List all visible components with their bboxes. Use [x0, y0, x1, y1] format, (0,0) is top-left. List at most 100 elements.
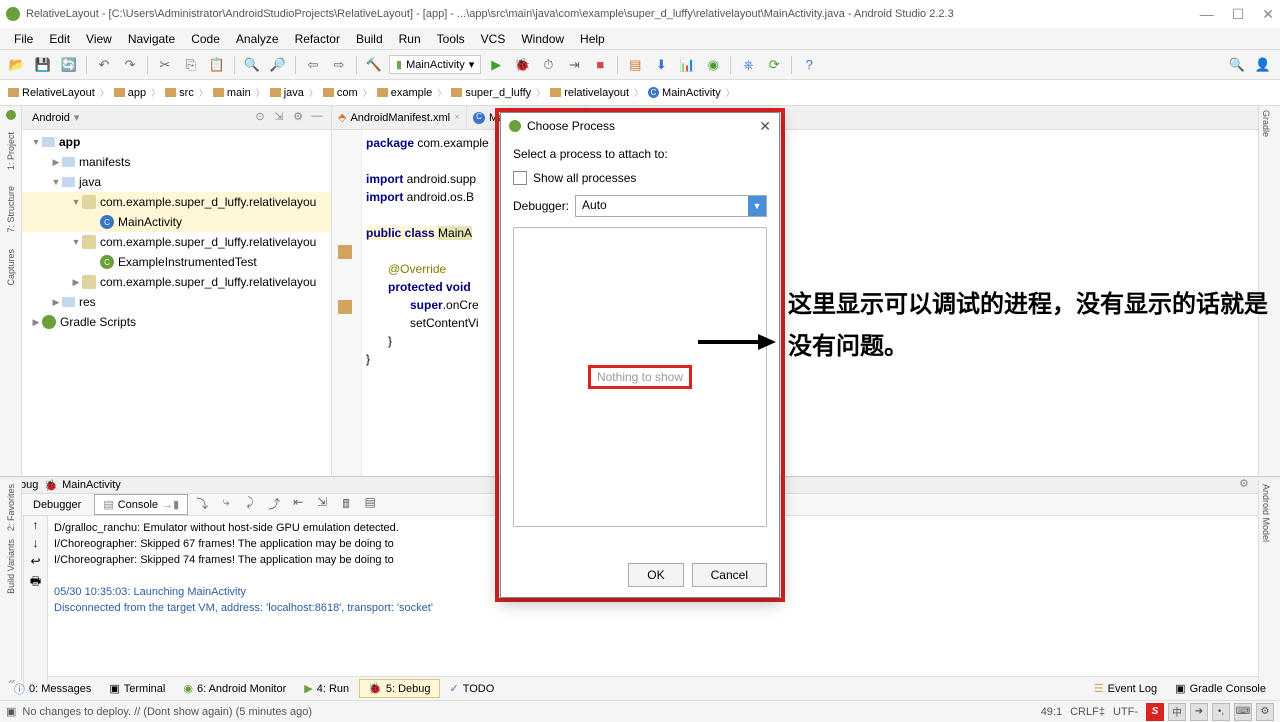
crumb-class[interactable]: CMainActivity: [644, 85, 725, 101]
cursor-icon[interactable]: ⇲: [312, 495, 332, 515]
menu-analyze[interactable]: Analyze: [228, 30, 287, 48]
wrap-icon[interactable]: ↩: [30, 554, 40, 568]
maximize-button[interactable]: ☐: [1232, 6, 1245, 23]
tree-manifests[interactable]: ▶manifests: [22, 152, 331, 172]
tab-todo[interactable]: ✓TODO: [442, 680, 503, 697]
debug-icon[interactable]: 🐞: [511, 54, 533, 76]
menu-navigate[interactable]: Navigate: [120, 30, 183, 48]
attach-icon[interactable]: ⇥: [563, 54, 585, 76]
menu-refactor[interactable]: Refactor: [287, 30, 348, 48]
tab-structure[interactable]: 7: Structure: [4, 182, 18, 237]
ime-settings-icon[interactable]: ⚙: [1256, 703, 1274, 721]
project-view-label[interactable]: Android: [32, 112, 70, 124]
menu-file[interactable]: File: [6, 30, 41, 48]
tab-terminal[interactable]: ▣Terminal: [101, 680, 173, 697]
menu-edit[interactable]: Edit: [41, 30, 78, 48]
tab-debugger[interactable]: Debugger: [24, 495, 90, 515]
ime-softkb-icon[interactable]: ⌨: [1234, 703, 1252, 721]
ime-lang-icon[interactable]: 中: [1168, 703, 1186, 721]
replace-icon[interactable]: 🔎: [267, 54, 289, 76]
tab-eventlog[interactable]: ☰Event Log: [1086, 680, 1165, 697]
tree-res[interactable]: ▶res: [22, 292, 331, 312]
collapse-icon[interactable]: ⊙: [252, 110, 268, 126]
close-icon[interactable]: ✕: [759, 118, 771, 135]
ime-punct-icon[interactable]: •,: [1212, 703, 1230, 721]
tab-gradle[interactable]: Gradle: [1259, 106, 1273, 141]
tree-test[interactable]: CExampleInstrumentedTest: [22, 252, 331, 272]
back-icon[interactable]: ⇦: [302, 54, 324, 76]
menu-build[interactable]: Build: [348, 30, 391, 48]
tree-java[interactable]: ▼java: [22, 172, 331, 192]
tree-gradle[interactable]: ▶Gradle Scripts: [22, 312, 331, 332]
override-gutter-icon[interactable]: [338, 245, 352, 259]
help-icon[interactable]: ?: [798, 54, 820, 76]
crumb-java[interactable]: java: [266, 85, 308, 101]
status-position[interactable]: 49:1: [1041, 706, 1062, 718]
crumb-super[interactable]: super_d_luffy: [447, 85, 535, 101]
layout-icon[interactable]: ▤: [360, 495, 380, 515]
gear-icon[interactable]: ⚙: [1239, 477, 1255, 493]
sync-gradle-icon[interactable]: ⟳: [763, 54, 785, 76]
status-line-ending[interactable]: CRLF‡: [1070, 706, 1105, 718]
menu-tools[interactable]: Tools: [429, 30, 473, 48]
hide-icon[interactable]: ―: [309, 110, 325, 126]
undo-icon[interactable]: ↶: [93, 54, 115, 76]
structure-icon[interactable]: ⎈: [737, 54, 759, 76]
process-list[interactable]: Nothing to show: [513, 227, 767, 527]
paste-icon[interactable]: 📋: [206, 54, 228, 76]
tree-pkg1[interactable]: ▼com.example.super_d_luffy.relativelayou: [22, 192, 331, 212]
open-icon[interactable]: 📂: [6, 54, 28, 76]
expand-icon[interactable]: ⇲: [271, 110, 287, 126]
crumb-src[interactable]: src: [161, 85, 198, 101]
crumb-example[interactable]: example: [373, 85, 437, 101]
down-icon[interactable]: ↓: [33, 536, 39, 550]
tab-manifest[interactable]: ⬘AndroidManifest.xml×: [332, 106, 467, 129]
sdk-icon[interactable]: ⬇: [650, 54, 672, 76]
up-icon[interactable]: ↑: [33, 518, 39, 532]
status-window-icon[interactable]: ▣: [6, 705, 16, 718]
project-tree[interactable]: ▼app ▶manifests ▼java ▼com.example.super…: [22, 130, 331, 476]
tab-project[interactable]: 1: Project: [4, 128, 18, 174]
dialog-titlebar[interactable]: Choose Process ✕: [501, 113, 779, 139]
make-icon[interactable]: 🔨: [363, 54, 385, 76]
crumb-root[interactable]: RelativeLayout: [4, 85, 99, 101]
avd-icon[interactable]: ▤: [624, 54, 646, 76]
step-over-icon[interactable]: ⤵: [192, 495, 212, 515]
force-step-icon[interactable]: ⤸: [240, 495, 260, 515]
step-into-icon[interactable]: ⤷: [216, 495, 236, 515]
chevron-down-icon[interactable]: ▼: [748, 196, 766, 216]
checkbox-icon[interactable]: [513, 171, 527, 185]
crumb-rel[interactable]: relativelayout: [546, 85, 633, 101]
run-config-selector[interactable]: ▮ MainActivity ▾: [389, 55, 481, 74]
cut-icon[interactable]: ✂: [154, 54, 176, 76]
tree-pkg2[interactable]: ▼com.example.super_d_luffy.relativelayou: [22, 232, 331, 252]
menu-help[interactable]: Help: [572, 30, 613, 48]
find-icon[interactable]: 🔍: [241, 54, 263, 76]
ime-width-icon[interactable]: ➔: [1190, 703, 1208, 721]
tab-captures[interactable]: Captures: [4, 245, 18, 290]
tab-android-model[interactable]: Android Model: [1259, 480, 1273, 546]
menu-vcs[interactable]: VCS: [473, 30, 514, 48]
tab-build-variants[interactable]: Build Variants: [6, 539, 16, 594]
profile-icon[interactable]: ⏱: [537, 54, 559, 76]
menu-code[interactable]: Code: [183, 30, 228, 48]
step-out-icon[interactable]: ⤴: [264, 495, 284, 515]
sync-icon[interactable]: 🔄: [58, 54, 80, 76]
ime-sogou-icon[interactable]: S: [1146, 703, 1164, 721]
close-icon[interactable]: ×: [454, 112, 460, 123]
menu-window[interactable]: Window: [513, 30, 572, 48]
forward-icon[interactable]: ⇨: [328, 54, 350, 76]
print-icon[interactable]: 🖶: [30, 572, 41, 593]
run-icon[interactable]: ▶: [485, 54, 507, 76]
monitor-icon[interactable]: 📊: [676, 54, 698, 76]
ok-button[interactable]: OK: [628, 563, 683, 587]
redo-icon[interactable]: ↷: [119, 54, 141, 76]
tab-run[interactable]: ▶4: Run: [296, 680, 357, 697]
tab-favorites[interactable]: 2: Favorites: [6, 484, 16, 531]
tab-gradleconsole[interactable]: ▣Gradle Console: [1167, 680, 1274, 697]
search-everywhere-icon[interactable]: 🔍: [1226, 54, 1248, 76]
save-icon[interactable]: 💾: [32, 54, 54, 76]
override-gutter-icon[interactable]: [338, 300, 352, 314]
tree-pkg3[interactable]: ▶com.example.super_d_luffy.relativelayou: [22, 272, 331, 292]
crumb-main[interactable]: main: [209, 85, 255, 101]
